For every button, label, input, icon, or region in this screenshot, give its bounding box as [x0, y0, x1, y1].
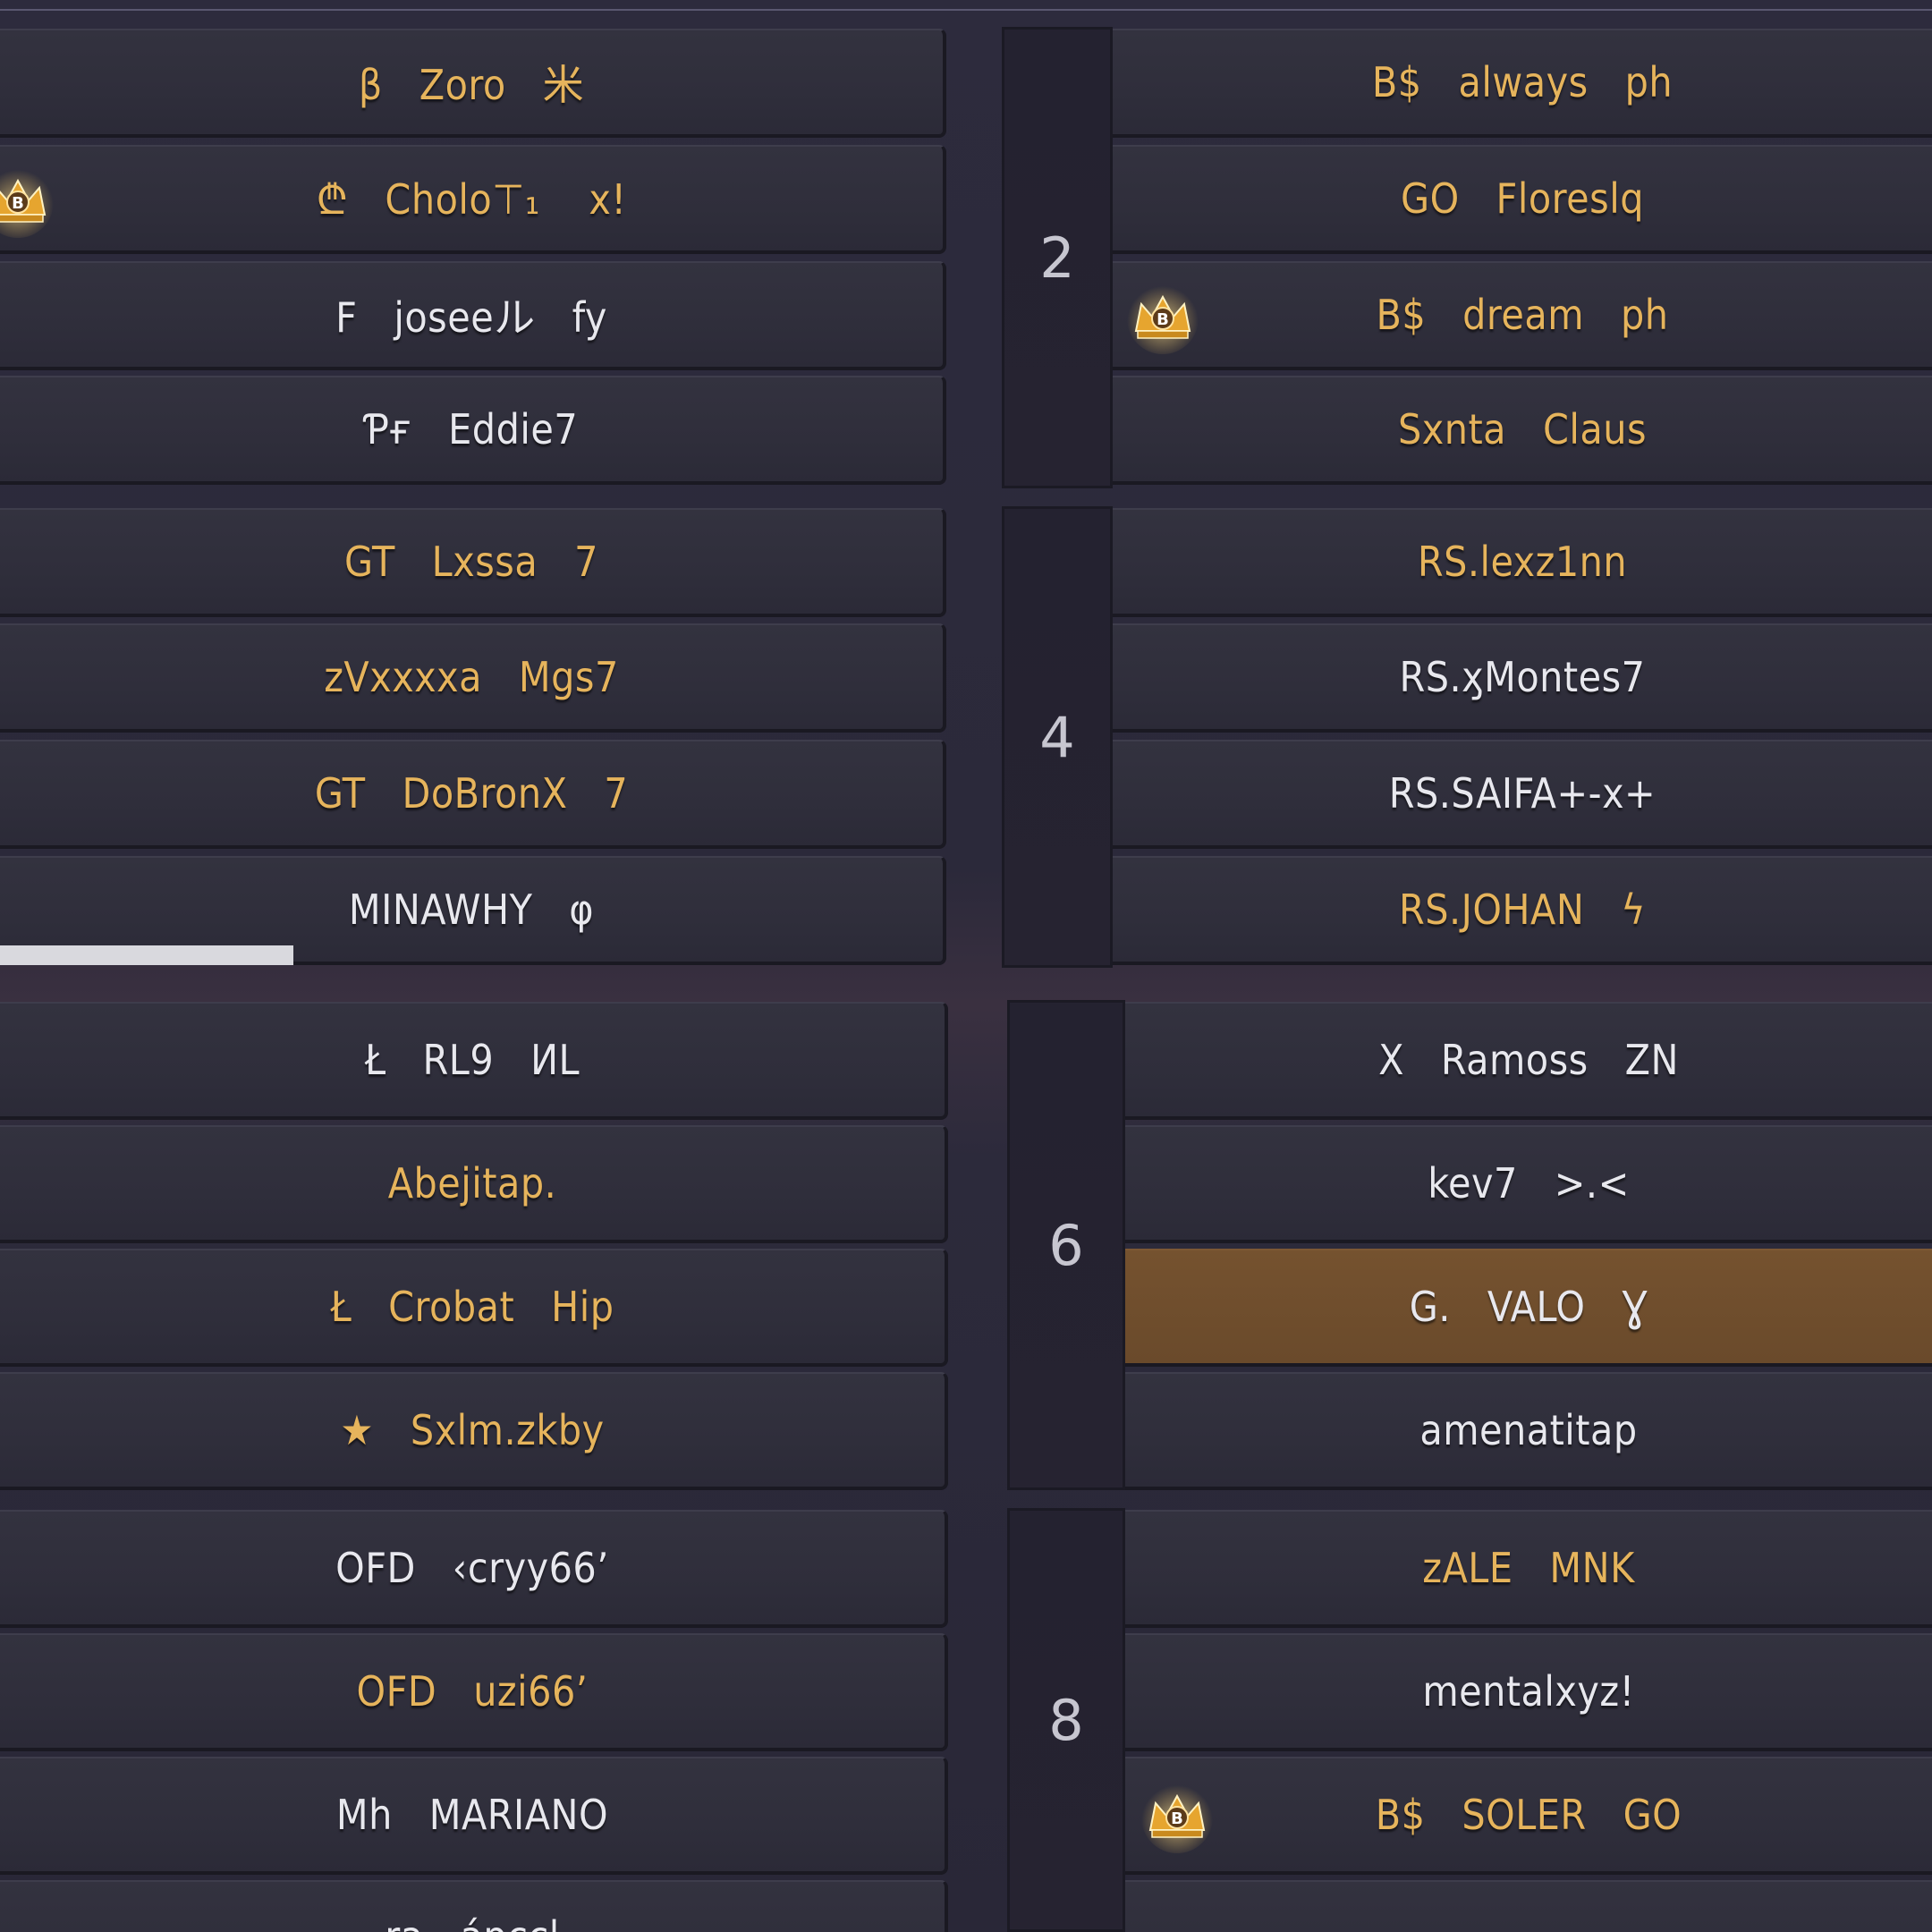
svg-text:B: B: [1157, 310, 1169, 329]
player-row[interactable]: Mh MARIANO: [0, 1757, 948, 1875]
player-row[interactable]: zALE MNK: [1125, 1510, 1932, 1628]
player-row[interactable]: GT DoBronX 7: [0, 740, 946, 849]
player-name: amenatitap: [1419, 1406, 1638, 1454]
player-name: Abejitap.: [387, 1159, 557, 1208]
player-name: MINAWHY φ: [348, 886, 595, 934]
player-name: B$ dream ph: [1376, 291, 1669, 339]
player-row[interactable]: kev7 >.<: [1125, 1125, 1932, 1243]
player-row[interactable]: Sxnta Claus: [1113, 376, 1932, 485]
top-divider: [0, 9, 1932, 11]
group-number-label: 8: [1048, 1687, 1084, 1753]
group-number-8: 8: [1007, 1508, 1125, 1932]
player-name: Ł Crobat Hip: [330, 1283, 614, 1331]
player-name: Mh MARIANO: [335, 1791, 609, 1839]
svg-text:B: B: [12, 194, 24, 213]
player-row[interactable]: RS.JOHAN ϟ: [1113, 856, 1932, 965]
player-name: Sxnta Claus: [1397, 405, 1648, 453]
player-name: GT DoBronX 7: [314, 769, 629, 818]
player-row-selected[interactable]: G. VALO Ɣ: [1125, 1249, 1932, 1367]
player-name: zALE MNK: [1422, 1544, 1635, 1592]
player-row[interactable]: ra ápccl: [0, 1880, 948, 1932]
player-row[interactable]: F joseeル fy: [0, 261, 946, 370]
player-name: RS.SAIFA+-x+: [1388, 769, 1657, 818]
player-name: zVxxxxa Mgs7: [324, 653, 619, 701]
player-row[interactable]: RS.lexz1nn: [1113, 508, 1932, 617]
player-name: RS.lexz1nn: [1417, 538, 1628, 586]
player-row[interactable]: [1125, 1880, 1932, 1932]
group-number-6: 6: [1007, 1000, 1125, 1490]
player-name: β Zoro 米: [358, 61, 585, 109]
player-name: ₾ Cholo⊤₁ x!: [316, 175, 627, 224]
crown-badge-icon: B: [1141, 1782, 1213, 1853]
player-name: X Ramoss ZN: [1378, 1036, 1679, 1084]
player-name: mentalxyz!: [1422, 1667, 1635, 1716]
player-name: kev7 >.<: [1428, 1159, 1630, 1208]
tournament-bracket: β Zoro 米 ₾ Cholo⊤₁ x! F joseeル fy Ƥғ Edd…: [0, 0, 1932, 1932]
player-row[interactable]: B$ always ph: [1113, 29, 1932, 138]
player-name: OFD uzi66’: [356, 1667, 589, 1716]
group-number-label: 6: [1048, 1212, 1084, 1278]
player-row[interactable]: RS.SAIFA+-x+: [1113, 740, 1932, 849]
player-row[interactable]: OFD ‹cryy66’: [0, 1510, 948, 1628]
player-row[interactable]: zVxxxxa Mgs7: [0, 623, 946, 733]
player-name: Ł RL9 ИL: [364, 1036, 580, 1084]
group-number-4: 4: [1002, 506, 1113, 968]
player-row[interactable]: GT Lxssa 7: [0, 508, 946, 617]
player-name: GT Lxssa 7: [344, 538, 598, 586]
group-number-label: 4: [1039, 704, 1075, 770]
player-name: ra ápccl: [385, 1912, 559, 1932]
crown-badge-icon: B: [1127, 283, 1199, 354]
player-row[interactable]: X Ramoss ZN: [1125, 1002, 1932, 1120]
match-progress-bar: [0, 945, 293, 965]
player-name: B$ always ph: [1371, 58, 1674, 106]
player-row[interactable]: OFD uzi66’: [0, 1633, 948, 1751]
player-row[interactable]: ₾ Cholo⊤₁ x!: [0, 145, 946, 254]
player-row[interactable]: GO Floreslq: [1113, 145, 1932, 254]
player-name: F joseeル fy: [335, 293, 607, 342]
player-name: B$ SOLER GO: [1375, 1791, 1682, 1839]
player-name: RS.JOHAN ϟ: [1398, 886, 1647, 934]
player-row[interactable]: B$ dream ph: [1113, 261, 1932, 370]
player-row[interactable]: mentalxyz!: [1125, 1633, 1932, 1751]
player-name: ★ Sxlm.zkby: [340, 1406, 605, 1454]
group-number-2: 2: [1002, 27, 1113, 488]
player-name: G. VALO Ɣ: [1409, 1283, 1648, 1331]
player-name: GO Floreslq: [1401, 174, 1644, 223]
player-row[interactable]: Ƥғ Eddie7: [0, 376, 946, 485]
player-row[interactable]: ★ Sxlm.zkby: [0, 1372, 948, 1490]
player-name: RS.ӽMontes7: [1399, 653, 1646, 701]
player-name: OFD ‹cryy66’: [335, 1544, 609, 1592]
player-row[interactable]: B$ SOLER GO: [1125, 1757, 1932, 1875]
player-row[interactable]: Ł RL9 ИL: [0, 1002, 948, 1120]
player-row[interactable]: β Zoro 米: [0, 29, 946, 138]
player-row[interactable]: amenatitap: [1125, 1372, 1932, 1490]
group-number-label: 2: [1039, 225, 1075, 291]
svg-text:B: B: [1171, 1809, 1183, 1828]
crown-badge-icon: B: [0, 166, 54, 238]
player-row[interactable]: Abejitap.: [0, 1125, 948, 1243]
player-row[interactable]: Ł Crobat Hip: [0, 1249, 948, 1367]
player-name: Ƥғ Eddie7: [364, 405, 579, 453]
player-row[interactable]: RS.ӽMontes7: [1113, 623, 1932, 733]
